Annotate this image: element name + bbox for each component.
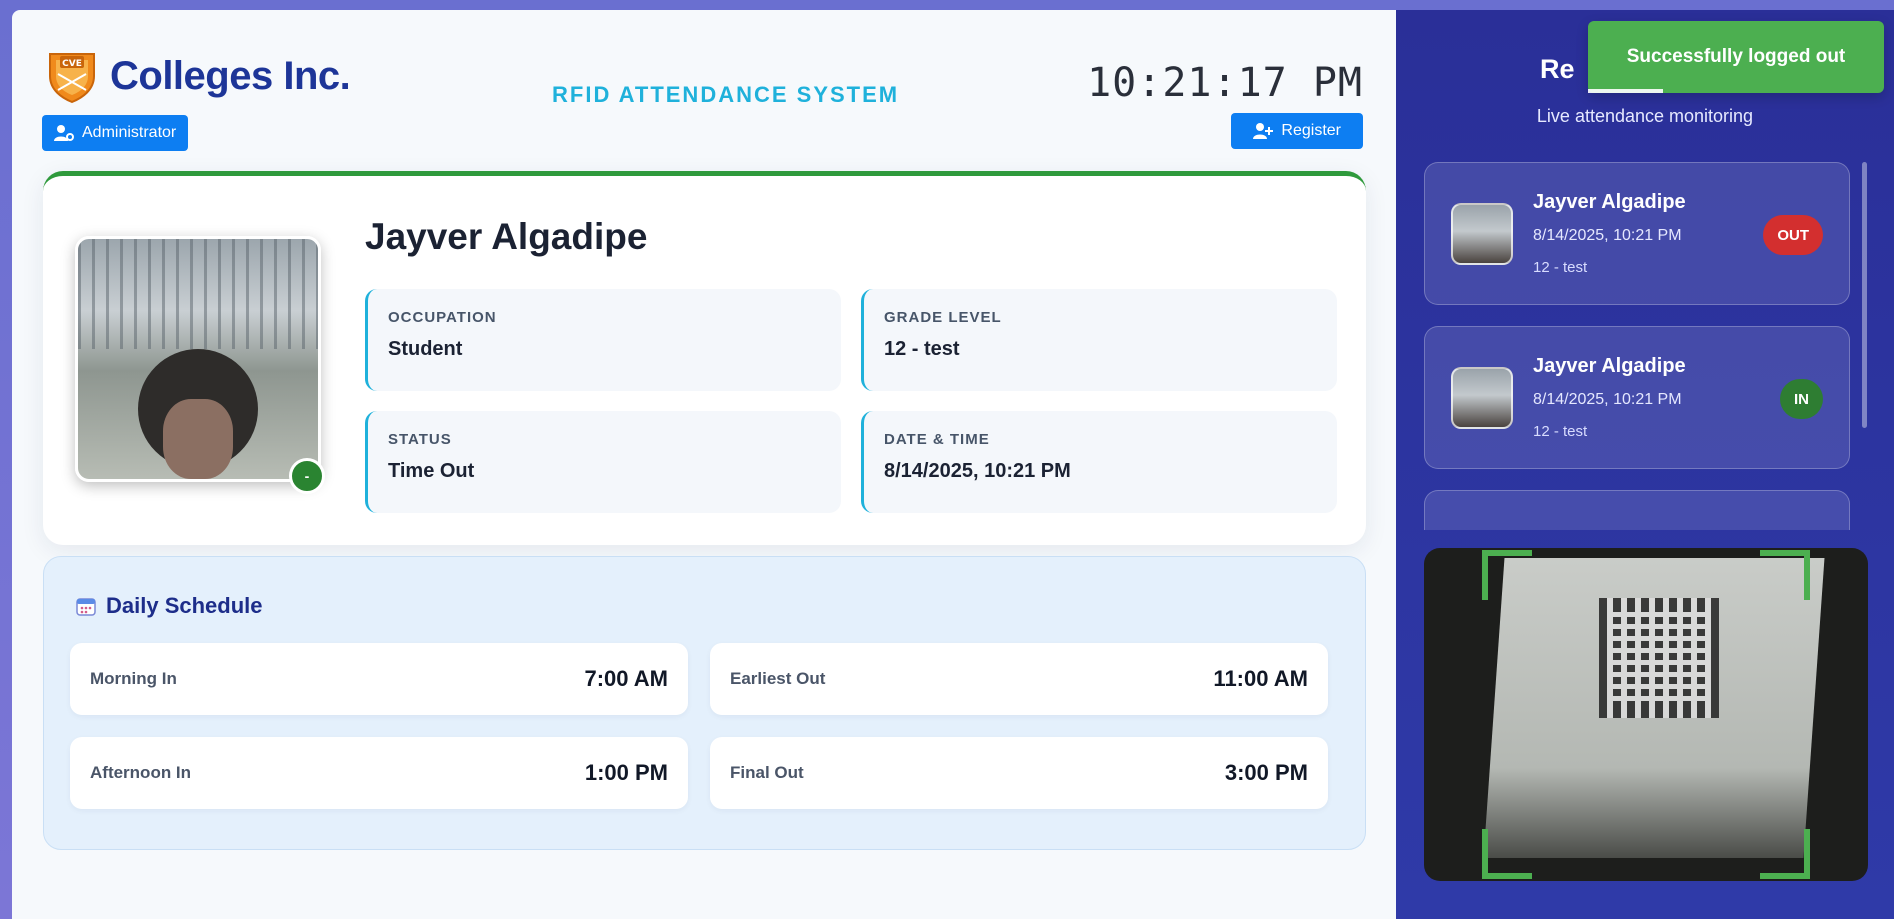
schedule-time: 3:00 PM bbox=[1224, 760, 1308, 785]
college-logo-icon: CVE bbox=[49, 53, 95, 104]
occupation-box: OCCUPATION Student bbox=[365, 289, 841, 391]
brand-name: Colleges Inc. bbox=[110, 53, 351, 98]
schedule-label: Afternoon In bbox=[90, 763, 192, 782]
status-pill-out: OUT bbox=[1763, 215, 1823, 255]
status-pill-in: IN bbox=[1780, 379, 1823, 419]
feed-time: 8/14/2025, 10:21 PM bbox=[1533, 227, 1682, 244]
datetime-label: DATE & TIME bbox=[884, 431, 990, 448]
schedule-item-afternoon-in: Afternoon In 1:00 PM bbox=[70, 737, 688, 809]
system-title: RFID ATTENDANCE SYSTEM bbox=[552, 82, 900, 107]
feed-scrollbar[interactable] bbox=[1862, 162, 1867, 428]
brand: CVE Colleges Inc. bbox=[44, 48, 351, 104]
schedule-title-text: Daily Schedule bbox=[106, 593, 263, 618]
attendance-feed[interactable]: Jayver Algadipe 8/14/2025, 10:21 PM 12 -… bbox=[1424, 162, 1854, 530]
feed-grade: 12 - test bbox=[1533, 259, 1588, 276]
qr-code-icon bbox=[1599, 598, 1719, 718]
register-label: Register bbox=[1281, 122, 1341, 139]
toast-message: Successfully logged out bbox=[1626, 46, 1846, 67]
photo-face bbox=[163, 399, 233, 479]
side-subtitle: Live attendance monitoring bbox=[1536, 106, 1754, 126]
side-panel: Re Live attendance monitoring Jayver Alg… bbox=[1396, 10, 1894, 919]
register-button[interactable]: Register bbox=[1231, 113, 1363, 149]
profile-name: Jayver Algadipe bbox=[365, 216, 648, 257]
feed-name: Jayver Algadipe bbox=[1533, 355, 1686, 377]
profile-photo bbox=[75, 236, 321, 482]
camera-preview bbox=[1424, 548, 1868, 881]
toast-notification[interactable]: Successfully logged out bbox=[1588, 21, 1884, 93]
scan-frame-corner bbox=[1482, 550, 1532, 600]
calendar-icon bbox=[76, 598, 96, 616]
schedule-label: Earliest Out bbox=[730, 669, 826, 688]
schedule-time: 11:00 AM bbox=[1213, 666, 1308, 691]
toast-progress bbox=[1588, 89, 1663, 93]
status-badge: - bbox=[289, 458, 325, 494]
status-value: Time Out bbox=[388, 460, 475, 482]
occupation-value: Student bbox=[388, 338, 463, 360]
feed-avatar bbox=[1451, 367, 1513, 429]
scan-frame-corner bbox=[1760, 829, 1810, 879]
status-box: STATUS Time Out bbox=[365, 411, 841, 513]
feed-time: 8/14/2025, 10:21 PM bbox=[1533, 391, 1682, 408]
side-title: Re bbox=[1540, 54, 1575, 84]
status-label: STATUS bbox=[388, 431, 452, 448]
daily-schedule: Daily Schedule Morning In 7:00 AM Earlie… bbox=[43, 556, 1366, 850]
feed-name: Jayver Algadipe bbox=[1533, 191, 1686, 213]
feed-grade: 12 - test bbox=[1533, 423, 1588, 440]
profile-card: - Jayver Algadipe OCCUPATION Student GRA… bbox=[43, 171, 1366, 545]
photo-background bbox=[78, 239, 318, 349]
schedule-label: Morning In bbox=[90, 669, 177, 688]
logo-text: CVE bbox=[62, 59, 82, 69]
clock: 10:21:17 PM bbox=[1087, 60, 1363, 106]
feed-item-partial bbox=[1424, 490, 1850, 530]
schedule-title: Daily Schedule bbox=[76, 593, 263, 619]
occupation-label: OCCUPATION bbox=[388, 309, 497, 326]
grade-box: GRADE LEVEL 12 - test bbox=[861, 289, 1337, 391]
grade-label: GRADE LEVEL bbox=[884, 309, 1002, 326]
administrator-label: Administrator bbox=[82, 124, 177, 141]
feed-avatar bbox=[1451, 203, 1513, 265]
user-gear-icon bbox=[54, 125, 74, 141]
main-panel: CVE Colleges Inc. RFID ATTENDANCE SYSTEM… bbox=[12, 10, 1396, 919]
scan-frame-corner bbox=[1760, 550, 1810, 600]
datetime-box: DATE & TIME 8/14/2025, 10:21 PM bbox=[861, 411, 1337, 513]
scan-frame-corner bbox=[1482, 829, 1532, 879]
administrator-button[interactable]: Administrator bbox=[42, 115, 189, 151]
grade-value: 12 - test bbox=[884, 338, 960, 360]
schedule-item-final-out: Final Out 3:00 PM bbox=[710, 737, 1328, 809]
feed-item: Jayver Algadipe 8/14/2025, 10:21 PM 12 -… bbox=[1424, 162, 1850, 305]
feed-item: Jayver Algadipe 8/14/2025, 10:21 PM 12 -… bbox=[1424, 326, 1850, 469]
schedule-label: Final Out bbox=[730, 763, 804, 782]
user-plus-icon bbox=[1253, 123, 1274, 139]
schedule-time: 7:00 AM bbox=[584, 666, 668, 691]
datetime-value: 8/14/2025, 10:21 PM bbox=[884, 460, 1071, 482]
schedule-item-morning-in: Morning In 7:00 AM bbox=[70, 643, 688, 715]
schedule-item-earliest-out: Earliest Out 11:00 AM bbox=[710, 643, 1328, 715]
schedule-time: 1:00 PM bbox=[584, 760, 668, 785]
